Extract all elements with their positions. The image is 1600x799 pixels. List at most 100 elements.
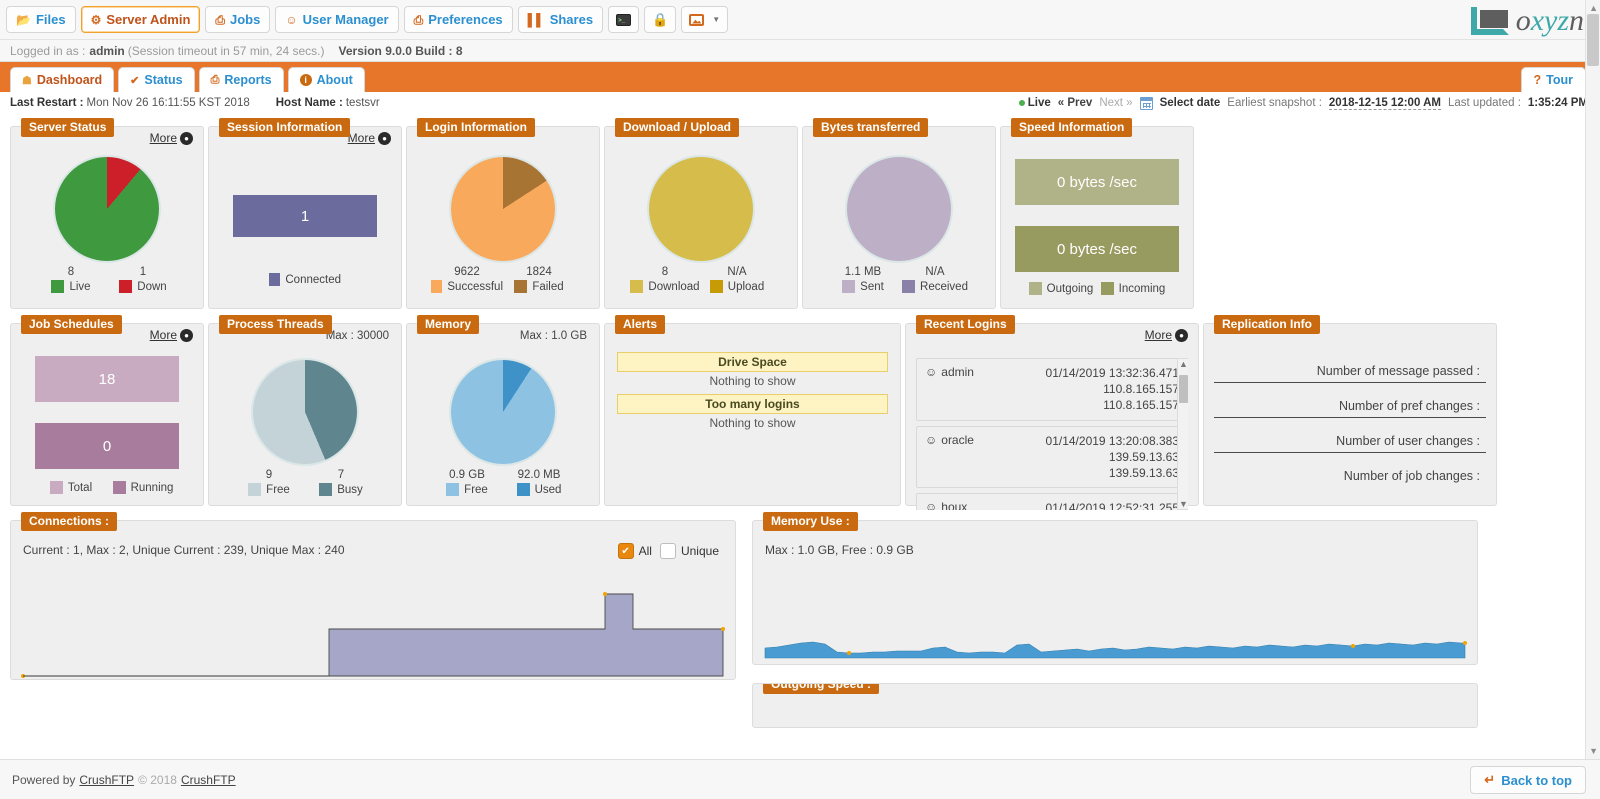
pie-chart [649, 157, 753, 261]
chart-values: 1.1 MB N/A [827, 266, 971, 278]
panel-title: Recent Logins [916, 315, 1015, 334]
checkbox-all-label: All [639, 544, 652, 558]
toolbar-button-terminal[interactable] [608, 6, 639, 33]
select-date-button[interactable]: Select date [1160, 97, 1221, 109]
logged-in-label: Logged in as : [10, 44, 85, 58]
magnify-icon: ● [1175, 329, 1188, 342]
panel-memory-use: Memory Use : Max : 1.0 GB, Free : 0.9 GB [752, 520, 1478, 665]
alerts-list: Drive Space Nothing to show Too many log… [605, 352, 900, 430]
check-icon: ✔ [130, 74, 139, 87]
value-used: 92.0 MB [503, 469, 575, 481]
list-item[interactable]: ☺ admin 01/14/2019 13:32:36.471 110.8.16… [916, 358, 1188, 421]
tab-reports[interactable]: ⎙ Reports [199, 67, 284, 92]
alert-header-drive-space[interactable]: Drive Space [617, 352, 888, 372]
scroll-up-icon[interactable]: ▲ [1589, 3, 1598, 13]
scrollbar-thumb[interactable] [1179, 375, 1188, 403]
recent-logins-scrollbar[interactable]: ▲ ▼ [1177, 358, 1188, 510]
magnify-icon: ● [180, 329, 193, 342]
toolbar-button-lock[interactable]: 🔒 [644, 6, 676, 33]
speed-information-chart: 0 bytes /sec 0 bytes /sec [1001, 159, 1193, 272]
more-link-server-status[interactable]: More ● [150, 131, 193, 145]
app-logo: o xyz n [1469, 4, 1584, 38]
more-link-session-information[interactable]: More ● [348, 131, 391, 145]
list-item[interactable]: ☺ houx 01/14/2019 12:52:31.255 218.22.34… [916, 493, 1188, 510]
scroll-up-icon[interactable]: ▲ [1179, 359, 1188, 369]
memory-chart: 0.9 GB 92.0 MB Free Used [407, 360, 599, 496]
legend-item-received: Received [899, 280, 971, 293]
value-upload: N/A [701, 266, 773, 278]
chevron-down-icon: ▼ [712, 15, 720, 24]
panel-title: Connections : [21, 512, 117, 531]
earliest-snapshot-value[interactable]: 2018-12-15 12:00 AM [1329, 97, 1441, 110]
value-live: 8 [35, 266, 107, 278]
replication-rows: Number of message passed : Number of pre… [1204, 362, 1496, 487]
checkbox-all[interactable] [618, 543, 634, 559]
back-to-top-label: Back to top [1501, 773, 1572, 788]
tab-about[interactable]: i About [288, 67, 365, 92]
scroll-down-icon[interactable]: ▼ [1589, 746, 1598, 756]
toolbar-button-files[interactable]: 📂 Files [6, 6, 76, 33]
legend-item-download: Download [629, 280, 701, 293]
scrollbar-thumb[interactable] [1587, 14, 1599, 66]
legend-item-used: Used [503, 483, 575, 496]
panel-download-upload: Download / Upload 8 N/A Download Upload [604, 126, 798, 309]
panel-title: Replication Info [1214, 315, 1320, 334]
alert-body-too-many-logins: Nothing to show [617, 416, 888, 430]
calendar-icon[interactable] [1140, 97, 1153, 110]
login-details: 01/14/2019 12:52:31.255 218.22.34.124 [1046, 500, 1179, 510]
toolbar-button-image[interactable]: ▼ [681, 6, 728, 33]
toolbar-button-label: Jobs [230, 12, 260, 27]
login-details: 01/14/2019 13:20:08.383 139.59.13.63 139… [1046, 433, 1179, 482]
prev-snapshot-button[interactable]: « Prev [1058, 97, 1093, 109]
live-indicator[interactable]: Live [1019, 97, 1051, 109]
list-item[interactable]: ☺ oracle 01/14/2019 13:20:08.383 139.59.… [916, 426, 1188, 489]
toolbar-button-jobs[interactable]: ⎙ Jobs [205, 6, 270, 33]
panel-connections: Connections : Current : 1, Max : 2, Uniq… [10, 520, 736, 680]
toolbar-button-shares[interactable]: ▌▌ Shares [518, 6, 603, 33]
earliest-snapshot-label: Earliest snapshot : [1227, 97, 1322, 109]
process-threads-max: Max : 30000 [326, 330, 389, 342]
more-link-recent-logins[interactable]: More ● [1145, 328, 1188, 342]
checkbox-unique[interactable] [660, 543, 676, 559]
toolbar-button-server-admin[interactable]: ⚙ Server Admin [81, 6, 201, 33]
chart-values: 8 N/A [629, 266, 773, 278]
panel-replication-info: Replication Info Number of message passe… [1203, 323, 1497, 506]
next-snapshot-button[interactable]: Next » [1099, 97, 1132, 109]
scroll-down-icon[interactable]: ▼ [1179, 499, 1188, 509]
user-icon: ☺ [285, 14, 297, 26]
incoming-speed-value: 0 bytes /sec [1015, 226, 1179, 272]
logo-text-xyz: xyz [1531, 4, 1569, 38]
crushftp-link-2[interactable]: CrushFTP [181, 773, 236, 787]
logo-text-n: n [1569, 4, 1584, 38]
value-download: 8 [629, 266, 701, 278]
tab-status[interactable]: ✔ Status [118, 67, 194, 92]
magnify-icon: ● [378, 132, 391, 145]
dashboard-row-3: Connections : Current : 1, Max : 2, Uniq… [10, 520, 1590, 728]
panel-title: Download / Upload [615, 118, 739, 137]
toolbar-button-user-manager[interactable]: ☺ User Manager [275, 6, 398, 33]
shares-icon: ▌▌ [528, 14, 545, 26]
tour-button[interactable]: ? Tour [1521, 67, 1586, 92]
pie-chart [55, 157, 159, 261]
back-to-top-button[interactable]: ↵ Back to top [1470, 766, 1586, 794]
more-link-job-schedules[interactable]: More ● [150, 328, 193, 342]
alert-header-too-many-logins[interactable]: Too many logins [617, 394, 888, 414]
legend-item-free: Free [233, 483, 305, 496]
chart-legend: Free Busy [233, 483, 377, 496]
image-icon [689, 14, 704, 26]
login-user: ☺ oracle [925, 433, 974, 482]
legend-item-sent: Sent [827, 280, 899, 293]
tab-dashboard[interactable]: ☗ Dashboard [10, 67, 114, 92]
page-scrollbar[interactable]: ▲ ▼ [1585, 0, 1600, 759]
login-user: ☺ admin [925, 365, 974, 414]
panel-login-information: Login Information 9622 1824 Successful F… [406, 126, 600, 309]
alert-body-drive-space: Nothing to show [617, 374, 888, 388]
toolbar-button-preferences[interactable]: ⎙ Preferences [404, 6, 513, 33]
panel-alerts: Alerts Drive Space Nothing to show Too m… [604, 323, 901, 506]
panel-outgoing-speed: Outgoing Speed : [752, 683, 1478, 728]
pie-chart [451, 360, 555, 464]
crushftp-link-1[interactable]: CrushFTP [79, 773, 134, 787]
login-ip-2: 110.8.165.157 [1046, 397, 1179, 413]
jobs-icon: ⎙ [215, 14, 225, 26]
tab-bar: ☗ Dashboard ✔ Status ⎙ Reports i About ?… [0, 62, 1600, 92]
